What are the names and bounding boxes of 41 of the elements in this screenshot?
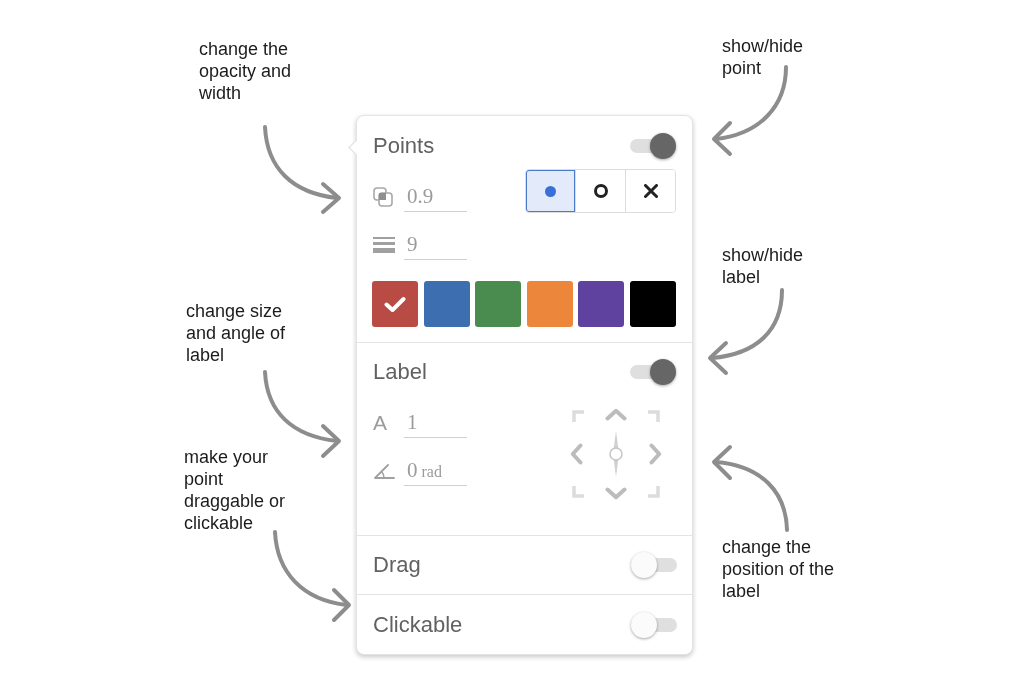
ring-icon — [593, 184, 608, 198]
toggle-switch[interactable] — [631, 552, 677, 578]
toggle-switch[interactable] — [630, 133, 676, 159]
corner-bracket-icon[interactable] — [572, 410, 584, 422]
color-swatch[interactable] — [475, 281, 522, 327]
corner-bracket-icon[interactable] — [572, 486, 584, 498]
chevron-right-icon[interactable] — [649, 443, 662, 465]
annotation-text: show/hide label — [722, 244, 805, 288]
setting-label: Clickable — [373, 611, 463, 638]
annotation-text: make your point draggable or clickable — [184, 446, 287, 534]
section-title: Points — [373, 133, 435, 159]
setting-label: Drag — [373, 552, 421, 578]
angle-icon — [373, 462, 395, 479]
chevron-down-icon[interactable] — [605, 487, 627, 500]
color-swatch[interactable] — [423, 281, 470, 327]
line-width-field[interactable]: 9 — [404, 229, 467, 260]
annotation-text: change size and angle of label — [186, 300, 287, 366]
annotation-text: show/hide point — [722, 35, 805, 79]
chevron-left-icon[interactable] — [570, 443, 583, 465]
overlapping-squares-icon — [373, 186, 393, 207]
check-icon — [384, 295, 406, 313]
section-title: Label — [373, 359, 427, 385]
toggle-switch[interactable] — [630, 359, 676, 385]
corner-bracket-icon[interactable] — [648, 410, 660, 422]
opacity-field[interactable]: 0.9 — [404, 181, 467, 212]
color-swatch[interactable] — [372, 281, 418, 327]
dot-icon — [545, 185, 556, 197]
point-style-button[interactable] — [625, 170, 675, 212]
corner-bracket-icon[interactable] — [648, 486, 660, 498]
size-field[interactable]: 1 — [404, 407, 467, 438]
angle-field[interactable]: 0 rad — [404, 455, 467, 486]
color-swatch[interactable] — [629, 281, 676, 327]
line-weight-icon — [373, 236, 395, 253]
cross-icon — [643, 184, 658, 198]
toggle-switch[interactable] — [631, 611, 677, 638]
text-size-symbol: A — [373, 410, 387, 435]
annotation-text: change the opacity and width — [199, 38, 293, 104]
color-swatch[interactable] — [526, 281, 573, 327]
color-swatch[interactable] — [578, 281, 625, 327]
chevron-up-icon[interactable] — [605, 408, 627, 421]
annotation-text: change the position of the label — [722, 536, 836, 602]
